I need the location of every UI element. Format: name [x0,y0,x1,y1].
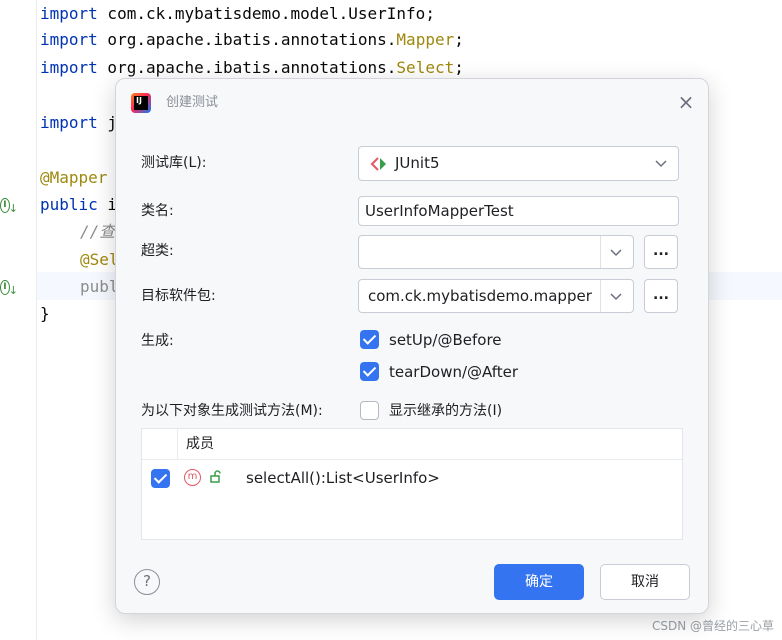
class-name-label: 类名: [141,203,174,219]
chevron-down-icon[interactable] [609,245,623,259]
test-library-dropdown[interactable]: JUnit5 [358,146,679,181]
watermark: CSDN @曾经的三心草 [651,619,774,633]
table-header: 成员 [142,429,682,460]
create-test-dialog: IJ 创建测试 × 测试库(L): JUnit5 类名: UserInfoMap… [115,78,709,614]
combobox-divider [600,236,601,268]
target-package-label: 目标软件包: [141,288,216,304]
chevron-down-icon [655,160,667,168]
class-name-value: UserInfoMapperTest [365,202,514,220]
target-package-browse-button[interactable]: ... [644,279,678,313]
public-lock-icon [210,470,221,483]
teardown-checkbox-label[interactable]: tearDown/@After [389,361,518,383]
implementations-gutter-icon[interactable]: I ↓ [0,278,18,297]
members-table[interactable]: 成员 m selectAll():List<UserInfo> [141,428,683,540]
close-icon[interactable]: × [676,92,696,113]
code-line-5[interactable]: import j [40,109,117,136]
code-line-11[interactable]: publ [80,273,119,300]
superclass-browse-button[interactable]: ... [644,235,678,269]
superclass-combobox[interactable] [358,235,634,269]
target-package-value: com.ck.mybatisdemo.mapper [368,287,592,305]
dialog-title: 创建测试 [166,95,219,110]
setup-checkbox[interactable] [360,330,379,349]
show-inherited-checkbox[interactable] [360,401,379,420]
code-line-12[interactable]: } [40,300,50,327]
member-signature: selectAll():List<UserInfo> [246,469,440,487]
code-line-7[interactable]: @Mapper [40,164,107,191]
header-divider [177,429,178,459]
test-library-label: 测试库(L): [141,155,207,171]
teardown-checkbox[interactable] [360,362,379,381]
implementations-gutter-icon[interactable]: I ↓ [0,196,18,215]
junit5-icon [370,157,386,171]
target-package-combobox[interactable]: com.ck.mybatisdemo.mapper [358,279,634,313]
table-row[interactable]: m selectAll():List<UserInfo> [142,461,682,495]
dialog-title-bar[interactable]: IJ 创建测试 × [116,79,708,127]
code-line-2[interactable]: import org.apache.ibatis.annotations.Map… [40,26,464,53]
combobox-divider [600,280,601,312]
gutter-divider [36,0,37,640]
members-column-header[interactable]: 成员 [186,434,214,454]
test-library-value: JUnit5 [395,154,440,172]
methods-for-label: 为以下对象生成测试方法(M): [141,403,323,419]
cancel-button[interactable]: 取消 [600,564,690,600]
ok-button[interactable]: 确定 [494,564,584,600]
method-icon: m [184,469,201,486]
chevron-down-icon[interactable] [609,289,623,303]
member-checkbox[interactable] [151,469,170,488]
code-line-3[interactable]: import org.apache.ibatis.annotations.Sel… [40,54,464,81]
code-line-10[interactable]: @Sel [80,246,119,273]
code-line-1[interactable]: import com.ck.mybatisdemo.model.UserInfo… [40,0,435,27]
code-line-9[interactable]: //查 [80,218,115,245]
intellij-idea-icon: IJ [131,93,151,113]
code-line-8[interactable]: public i [40,191,117,218]
class-name-input[interactable]: UserInfoMapperTest [358,196,679,226]
generate-label: 生成: [141,333,174,349]
superclass-label: 超类: [141,243,174,259]
show-inherited-label[interactable]: 显示继承的方法(I) [389,400,502,422]
setup-checkbox-label[interactable]: setUp/@Before [389,329,502,351]
help-icon[interactable]: ? [134,569,160,595]
